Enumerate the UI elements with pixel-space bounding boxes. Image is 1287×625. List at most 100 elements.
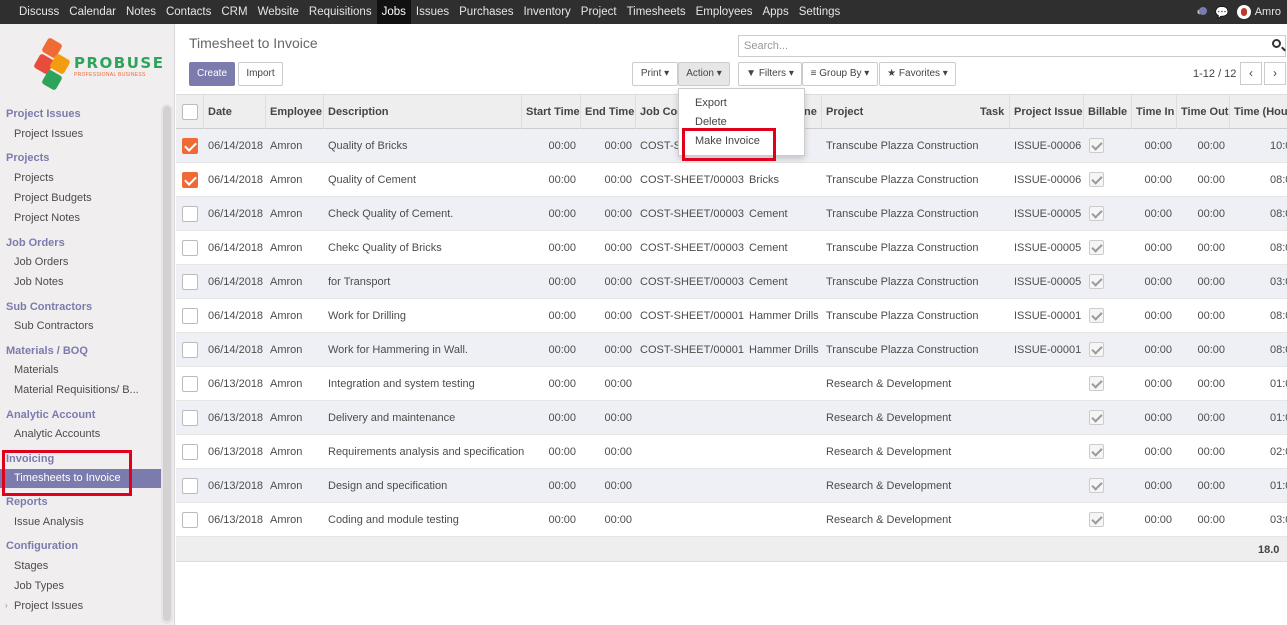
chat-icon[interactable]: 💬 <box>1215 6 1229 19</box>
pager-prev-button[interactable]: ‹ <box>1240 62 1262 85</box>
expand-caret-icon[interactable]: › <box>5 601 8 610</box>
sidebar-item-project-issues[interactable]: Project Issues <box>14 128 83 140</box>
pager-value[interactable]: 1-12 / 12 <box>1193 68 1236 80</box>
col-billable[interactable]: Billable <box>1088 106 1127 118</box>
billable-checkbox[interactable] <box>1089 240 1104 255</box>
action-button[interactable]: Action ▾ <box>678 62 730 86</box>
row-checkbox[interactable] <box>182 308 198 324</box>
billable-checkbox[interactable] <box>1089 138 1104 153</box>
billable-checkbox[interactable] <box>1089 274 1104 289</box>
menu-inventory[interactable]: Inventory <box>518 0 575 24</box>
sidebar-item-job-types[interactable]: Job Types <box>14 580 64 592</box>
col-job-cost[interactable]: Job Cos <box>640 106 683 118</box>
group-by-button[interactable]: ≡ Group By ▾ <box>802 62 878 86</box>
sidebar-item-project-notes[interactable]: Project Notes <box>14 212 80 224</box>
sidebar-item-config-project-issues[interactable]: Project Issues <box>14 600 83 612</box>
sidebar-item-stages[interactable]: Stages <box>14 560 48 572</box>
billable-checkbox[interactable] <box>1089 308 1104 323</box>
row-checkbox[interactable] <box>182 206 198 222</box>
table-row[interactable]: 06/13/2018 Amron Integration and system te… <box>176 367 1287 401</box>
col-project-issue[interactable]: Project Issue <box>1014 106 1082 118</box>
billable-checkbox[interactable] <box>1089 206 1104 221</box>
menu-settings[interactable]: Settings <box>794 0 846 24</box>
sidebar-scroll-thumb[interactable] <box>163 106 171 621</box>
sidebar-item-material-requisitions[interactable]: Material Requisitions/ B... <box>14 384 139 396</box>
menu-calendar[interactable]: Calendar <box>64 0 121 24</box>
row-checkbox[interactable] <box>182 410 198 426</box>
menu-requisitions[interactable]: Requisitions <box>304 0 377 24</box>
select-all-checkbox[interactable] <box>182 104 198 120</box>
sidebar-item-project-budgets[interactable]: Project Budgets <box>14 192 92 204</box>
create-button[interactable]: Create <box>189 62 235 86</box>
menu-jobs[interactable]: Jobs <box>376 0 411 24</box>
row-checkbox[interactable] <box>182 376 198 392</box>
row-checkbox[interactable] <box>182 138 198 154</box>
menu-employees[interactable]: Employees <box>691 0 758 24</box>
billable-checkbox[interactable] <box>1089 478 1104 493</box>
menu-crm[interactable]: CRM <box>216 0 252 24</box>
col-project[interactable]: Project <box>826 106 863 118</box>
menu-notes[interactable]: Notes <box>121 0 161 24</box>
billable-checkbox[interactable] <box>1089 410 1104 425</box>
sidebar-item-job-orders[interactable]: Job Orders <box>14 256 68 268</box>
row-checkbox[interactable] <box>182 342 198 358</box>
menu-purchases[interactable]: Purchases <box>454 0 518 24</box>
billable-checkbox[interactable] <box>1089 376 1104 391</box>
table-row[interactable]: 06/13/2018 Amron Requirements analysis and… <box>176 435 1287 469</box>
print-button[interactable]: Print ▾ <box>632 62 678 86</box>
sidebar-item-materials[interactable]: Materials <box>14 364 59 376</box>
menu-item-export[interactable]: Export <box>695 97 727 109</box>
menu-contacts[interactable]: Contacts <box>161 0 216 24</box>
row-checkbox[interactable] <box>182 240 198 256</box>
activity-icon[interactable]: ◐ <box>1196 6 1208 18</box>
col-start-time[interactable]: Start Time <box>526 106 580 118</box>
user-menu[interactable]: Amro <box>1236 5 1281 19</box>
menu-item-delete[interactable]: Delete <box>695 116 727 128</box>
col-description[interactable]: Description <box>328 106 389 118</box>
search-icon[interactable] <box>1272 39 1281 48</box>
billable-checkbox[interactable] <box>1089 172 1104 187</box>
search-input[interactable]: Search... <box>738 35 1286 57</box>
col-time-hours[interactable]: Time (Hour <box>1234 106 1287 118</box>
row-checkbox[interactable] <box>182 444 198 460</box>
pager-next-button[interactable]: › <box>1264 62 1286 85</box>
sidebar-item-sub-contractors[interactable]: Sub Contractors <box>14 320 93 332</box>
sidebar-item-projects[interactable]: Projects <box>14 172 54 184</box>
table-row[interactable]: 06/13/2018 Amron Delivery and maintenance 0… <box>176 401 1287 435</box>
table-row[interactable]: 06/14/2018 Amron Work for Drilling 00:00 00:… <box>176 299 1287 333</box>
col-employee[interactable]: Employee <box>270 106 322 118</box>
col-date[interactable]: Date <box>208 106 232 118</box>
sidebar-scrollbar[interactable] <box>161 104 173 624</box>
row-checkbox[interactable] <box>182 274 198 290</box>
row-checkbox[interactable] <box>182 478 198 494</box>
table-row[interactable]: 06/14/2018 Amron Chekc Quality of Bricks 00… <box>176 231 1287 265</box>
row-checkbox[interactable] <box>182 512 198 528</box>
sidebar-item-job-notes[interactable]: Job Notes <box>14 276 64 288</box>
table-row[interactable]: 06/13/2018 Amron Coding and module testing… <box>176 503 1287 537</box>
sidebar-item-analytic-accounts[interactable]: Analytic Accounts <box>14 428 100 440</box>
col-task[interactable]: Task <box>980 106 1004 118</box>
billable-checkbox[interactable] <box>1089 512 1104 527</box>
table-row[interactable]: 06/14/2018 Amron Work for Hammering in Wal… <box>176 333 1287 367</box>
menu-discuss[interactable]: Discuss <box>14 0 64 24</box>
menu-timesheets[interactable]: Timesheets <box>622 0 691 24</box>
billable-checkbox[interactable] <box>1089 444 1104 459</box>
col-time-out[interactable]: Time Out <box>1181 106 1228 118</box>
col-end-time[interactable]: End Time <box>585 106 634 118</box>
filters-button[interactable]: ▼ Filters ▾ <box>738 62 802 86</box>
table-row[interactable]: 06/14/2018 Amron Check Quality of Cement. 0… <box>176 197 1287 231</box>
menu-issues[interactable]: Issues <box>411 0 454 24</box>
favorites-button[interactable]: ★ Favorites ▾ <box>879 62 956 86</box>
table-row[interactable]: 06/14/2018 Amron for Transport 00:00 00:00 CO… <box>176 265 1287 299</box>
menu-project[interactable]: Project <box>576 0 622 24</box>
billable-checkbox[interactable] <box>1089 342 1104 357</box>
table-row[interactable]: 06/14/2018 Amron Quality of Cement 00:00 00:… <box>176 163 1287 197</box>
row-checkbox[interactable] <box>182 172 198 188</box>
col-time-in[interactable]: Time In <box>1136 106 1174 118</box>
menu-apps[interactable]: Apps <box>757 0 793 24</box>
menu-website[interactable]: Website <box>253 0 304 24</box>
sidebar-item-issue-analysis[interactable]: Issue Analysis <box>14 516 84 528</box>
import-button[interactable]: Import <box>238 62 283 86</box>
col-job-cost-line[interactable]: ne <box>804 106 817 118</box>
table-row[interactable]: 06/13/2018 Amron Design and specification 0… <box>176 469 1287 503</box>
